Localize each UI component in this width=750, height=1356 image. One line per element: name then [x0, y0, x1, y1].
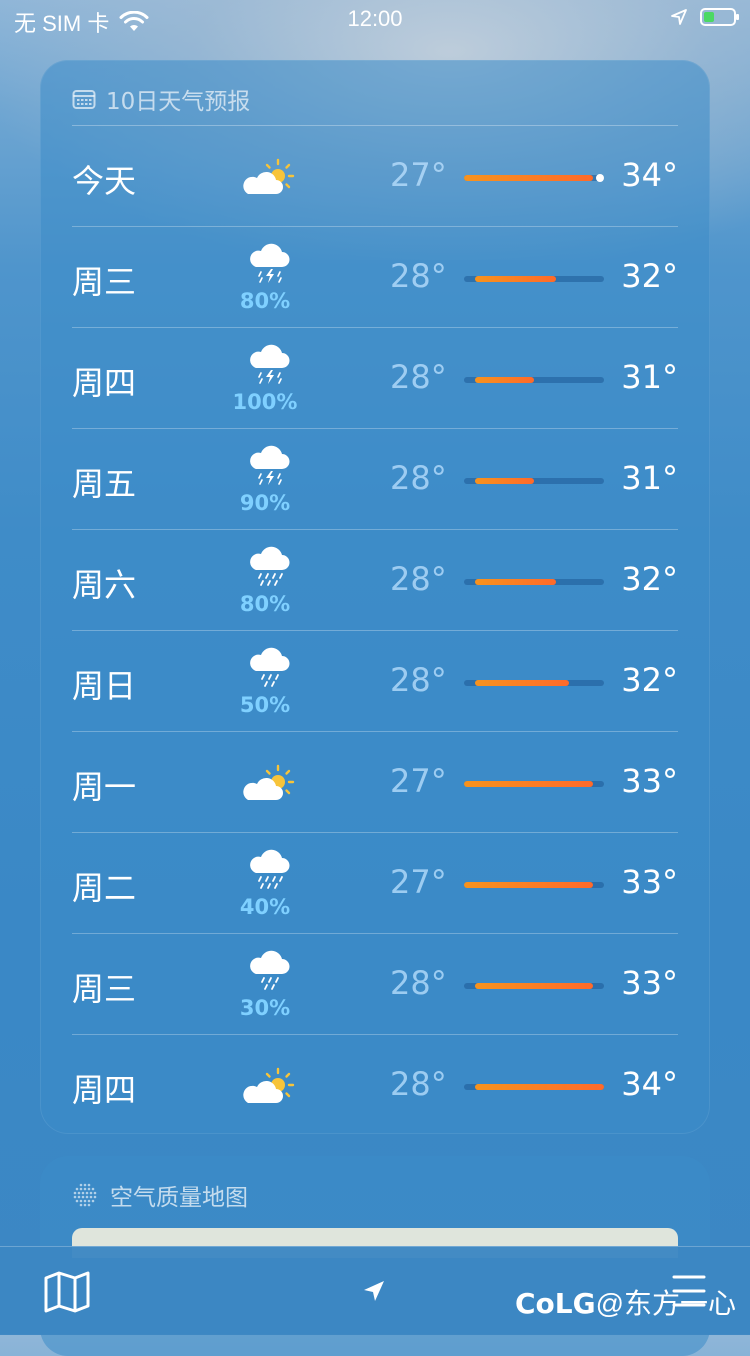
low-temperature: 27°: [390, 156, 447, 194]
day-label: 周六: [72, 566, 137, 604]
day-label: 周二: [72, 869, 137, 907]
day-label: 今天: [72, 162, 137, 200]
temperature-range-fill: [475, 680, 569, 686]
low-temperature: 27°: [390, 863, 447, 901]
high-temperature: 31°: [621, 358, 678, 396]
forecast-row[interactable]: 周五 90% 28° 31°: [72, 429, 678, 530]
forecast-row[interactable]: 今天 27° 34°: [72, 126, 678, 227]
forecast-row[interactable]: 周日 50% 28° 32°: [72, 631, 678, 732]
temperature-range-fill: [475, 478, 534, 484]
forecast-row[interactable]: 周六 80% 28° 32°: [72, 530, 678, 631]
day-label: 周四: [72, 364, 137, 402]
temperature-range-fill: [475, 983, 593, 989]
temperature-range-bar: [464, 983, 604, 989]
day-label: 周三: [72, 263, 137, 301]
watermark: CoLG@东方一心: [515, 1282, 736, 1322]
low-temperature: 28°: [390, 459, 447, 497]
low-temperature: 28°: [390, 358, 447, 396]
temperature-range-bar: [464, 174, 604, 182]
temperature-range-fill: [475, 377, 534, 383]
light-rain-icon: [240, 948, 300, 992]
rain-icon: [240, 544, 300, 588]
precipitation-chance: 80%: [239, 592, 291, 616]
status-time: 12:00: [347, 6, 403, 31]
ten-day-forecast-card[interactable]: 10日天气预报 今天 27° 34° 周三 80% 28° 32° 周四 100% 28° 31° 周…: [40, 60, 710, 1134]
precipitation-chance: 90%: [239, 491, 291, 515]
thunderstorm-icon: [240, 241, 300, 285]
day-label: 周五: [72, 465, 137, 503]
temperature-range-bar: [464, 1084, 604, 1090]
temperature-range-bar: [464, 377, 604, 383]
low-temperature: 27°: [390, 762, 447, 800]
map-icon[interactable]: [44, 1271, 90, 1313]
temperature-range-fill: [464, 175, 593, 181]
air-quality-header: 空气质量地图: [72, 1178, 248, 1212]
low-temperature: 28°: [390, 1065, 447, 1103]
day-label: 周一: [72, 768, 137, 806]
partly-sunny-icon: [240, 762, 300, 806]
location-arrow-icon: [671, 9, 687, 25]
temperature-range-fill: [475, 276, 557, 282]
forecast-row[interactable]: 周三 30% 28° 33°: [72, 934, 678, 1035]
temperature-range-fill: [464, 781, 593, 787]
high-temperature: 33°: [621, 964, 678, 1002]
temperature-range-bar: [464, 882, 604, 888]
high-temperature: 33°: [621, 762, 678, 800]
precipitation-chance: 50%: [239, 693, 291, 717]
high-temperature: 33°: [621, 863, 678, 901]
partly-sunny-icon: [240, 156, 300, 200]
low-temperature: 28°: [390, 661, 447, 699]
battery-level: [704, 12, 714, 22]
temperature-range-fill: [464, 882, 593, 888]
temperature-range-fill: [475, 579, 557, 585]
watermark-brand: CoLG: [514, 1287, 596, 1320]
day-label: 周日: [72, 667, 137, 705]
temperature-range-fill: [475, 1084, 604, 1090]
calendar-icon: [72, 90, 96, 109]
forecast-row[interactable]: 周二 40% 27° 33°: [72, 833, 678, 934]
high-temperature: 32°: [621, 560, 678, 598]
high-temperature: 34°: [621, 1065, 678, 1103]
high-temperature: 31°: [621, 459, 678, 497]
temperature-range-bar: [464, 781, 604, 787]
high-temperature: 32°: [621, 661, 678, 699]
low-temperature: 28°: [390, 560, 447, 598]
thunderstorm-icon: [240, 443, 300, 487]
forecast-title: 10日天气预报: [106, 89, 251, 115]
forecast-row[interactable]: 周四 100% 28° 31°: [72, 328, 678, 429]
high-temperature: 34°: [621, 156, 678, 194]
forecast-row[interactable]: 周三 80% 28° 32°: [72, 227, 678, 328]
high-temperature: 32°: [621, 257, 678, 295]
status-bar: 无 SIM 卡 12:00: [0, 0, 750, 40]
rain-icon: [240, 847, 300, 891]
temperature-range-bar: [464, 478, 604, 484]
temperature-range-bar: [464, 276, 604, 282]
low-temperature: 28°: [390, 257, 447, 295]
air-quality-title: 空气质量地图: [110, 1185, 248, 1211]
watermark-handle: @东方一心: [595, 1288, 736, 1319]
day-label: 周四: [72, 1071, 137, 1109]
current-temperature-dot: [595, 174, 604, 182]
light-rain-icon: [240, 645, 300, 689]
current-location-icon[interactable]: [362, 1279, 386, 1303]
precipitation-chance: 80%: [239, 289, 291, 313]
status-right: [670, 8, 739, 26]
temperature-range-bar: [464, 579, 604, 585]
day-label: 周三: [72, 970, 137, 1008]
dots-grid-icon: [73, 1183, 97, 1207]
forecast-row[interactable]: 周一 27° 33°: [72, 732, 678, 833]
battery-icon: [700, 8, 739, 26]
precipitation-chance: 100%: [232, 390, 298, 414]
temperature-range-bar: [464, 680, 604, 686]
thunderstorm-icon: [240, 342, 300, 386]
forecast-header: 10日天气预报: [72, 82, 250, 116]
low-temperature: 28°: [390, 964, 447, 1002]
partly-sunny-icon: [240, 1065, 300, 1109]
precipitation-chance: 40%: [239, 895, 291, 919]
precipitation-chance: 30%: [239, 996, 291, 1020]
forecast-row[interactable]: 周四 28° 34°: [72, 1035, 678, 1136]
